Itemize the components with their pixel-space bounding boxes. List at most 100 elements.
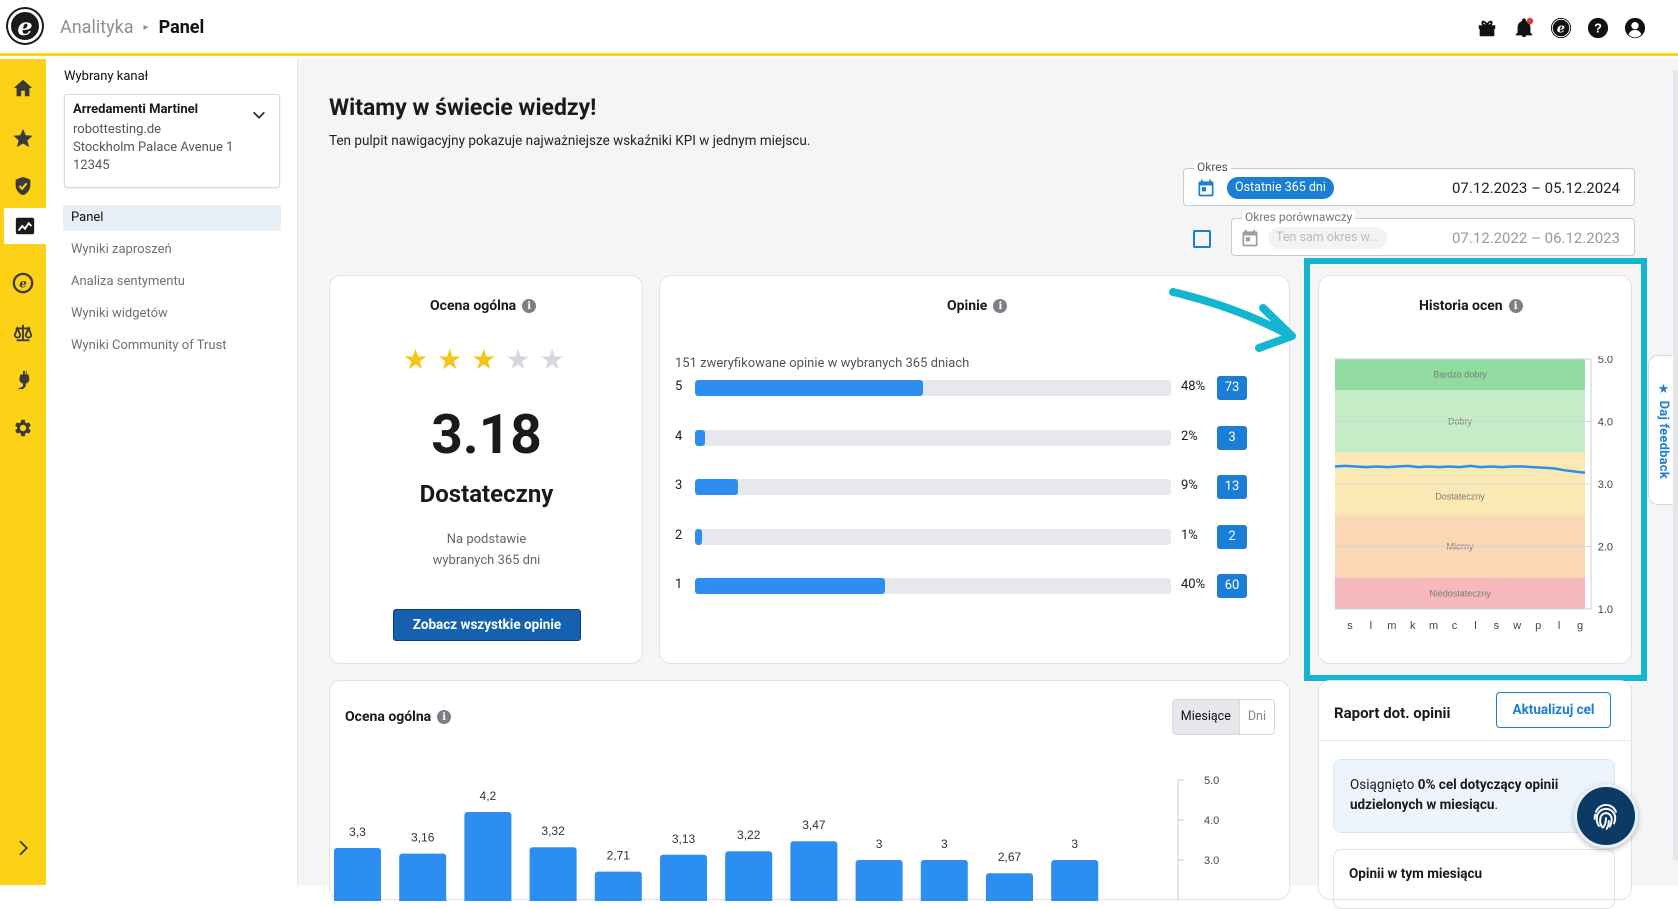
card-title: Opinie i xyxy=(947,298,1008,314)
rating-bar-fill xyxy=(695,429,705,446)
overall-score: 3.18 xyxy=(431,403,542,467)
rating-bar[interactable] xyxy=(399,853,447,901)
goal-status: Osiągnięto 0% cel dotyczący opinii udzie… xyxy=(1333,759,1615,833)
rating-bar[interactable] xyxy=(920,860,968,901)
rating-star-label: 5 xyxy=(675,379,683,394)
month-reviews-box: Opinii w tym miesiącu xyxy=(1333,849,1615,909)
bell-icon[interactable] xyxy=(1513,17,1535,39)
rating-row[interactable]: 3 9% 13 xyxy=(675,475,1250,499)
compare-period-selector[interactable]: Okres porównawczy Ten sam okres w... 07.… xyxy=(1231,210,1635,256)
rating-row[interactable]: 4 2% 3 xyxy=(675,425,1250,450)
breadcrumb-parent[interactable]: Analityka xyxy=(60,17,134,38)
shield-check-icon[interactable] xyxy=(0,168,46,204)
period-chip[interactable]: Ostatnie 365 dni xyxy=(1227,177,1334,199)
channel-selector[interactable]: Arredamenti Martinel robottesting.de Sto… xyxy=(64,94,280,188)
rating-row[interactable]: 5 48% 73 xyxy=(675,376,1250,400)
rating-bar[interactable] xyxy=(1051,860,1099,901)
chevron-right-icon[interactable] xyxy=(0,830,46,866)
rating-count-badge[interactable]: 3 xyxy=(1217,425,1247,450)
help-icon[interactable]: ? xyxy=(1587,17,1609,39)
rating-row[interactable]: 1 40% 60 xyxy=(675,574,1250,598)
report-title: Raport dot. opinii xyxy=(1334,704,1451,722)
annotation-arrow-icon xyxy=(1169,288,1296,352)
see-all-reviews-button[interactable]: Zobacz wszystkie opinie xyxy=(393,609,581,641)
sidebar-item-invitation-results[interactable]: Wyniki zaproszeń xyxy=(63,237,281,263)
page-title: Witamy w świecie wiedzy! xyxy=(329,94,597,121)
y-tick-label: 4.0 xyxy=(1204,815,1219,827)
month-reviews-title: Opinii w tym miesiącu xyxy=(1349,866,1483,882)
bar-data-label: 3 xyxy=(1071,837,1078,851)
rating-bar[interactable] xyxy=(660,854,707,901)
update-goal-button[interactable]: Aktualizuj cel xyxy=(1496,692,1611,728)
star-icon[interactable] xyxy=(0,120,46,156)
overall-title: Ocena ogólna xyxy=(430,298,517,314)
overall-basis: Na podstawie wybranych 365 dni xyxy=(330,529,643,571)
overall-grade: Dostateczny xyxy=(419,480,554,508)
rating-bar[interactable] xyxy=(529,847,577,901)
top-icons: e ? xyxy=(1476,17,1646,39)
channel-label: Wybrany kanał xyxy=(64,69,149,84)
rating-bar[interactable] xyxy=(790,841,838,901)
rating-count-badge[interactable]: 13 xyxy=(1217,475,1247,499)
fingerprint-button[interactable] xyxy=(1574,784,1638,848)
bar-data-label: 3 xyxy=(876,837,883,851)
scales-icon[interactable] xyxy=(0,315,46,351)
rating-bar[interactable] xyxy=(855,860,903,901)
breadcrumb-separator-icon: ▸ xyxy=(143,22,149,33)
period-selector[interactable]: Okres Ostatnie 365 dni 07.12.2023 – 05.1… xyxy=(1183,160,1635,206)
fingerprint-icon xyxy=(1593,803,1617,830)
channel-domain: robottesting.de xyxy=(73,122,162,137)
rating-bar-track xyxy=(695,479,1171,495)
sidebar-item-widget-results[interactable]: Wyniki widgetów xyxy=(63,301,281,327)
rating-row[interactable]: 2 1% 2 xyxy=(675,524,1250,549)
gift-icon[interactable] xyxy=(1476,17,1498,39)
star-empty-icon: ★ xyxy=(505,343,531,376)
bar-data-label: 2,71 xyxy=(607,849,631,863)
trusted-logo-icon[interactable]: e xyxy=(1550,17,1572,39)
toggle-days[interactable]: Dni xyxy=(1240,700,1274,734)
compare-period-range: 07.12.2022 – 06.12.2023 xyxy=(1452,229,1620,247)
compare-period-label: Okres porównawczy xyxy=(1242,210,1356,224)
rating-bar[interactable] xyxy=(464,812,512,901)
rating-bar-track xyxy=(695,528,1171,545)
trusted-badge-icon[interactable]: e xyxy=(0,265,46,301)
rating-bar[interactable] xyxy=(986,873,1033,901)
info-icon[interactable]: i xyxy=(522,299,537,313)
toggle-months[interactable]: Miesiące xyxy=(1172,700,1240,734)
rating-bar[interactable] xyxy=(725,851,773,901)
rating-count-badge[interactable]: 2 xyxy=(1217,524,1247,549)
trusted-logo-icon[interactable]: e xyxy=(8,9,42,43)
bar-data-label: 4,2 xyxy=(480,789,497,803)
analytics-icon[interactable] xyxy=(4,208,46,244)
rating-count-badge[interactable]: 60 xyxy=(1217,574,1247,598)
calendar-icon xyxy=(1242,229,1258,247)
compare-period-chip[interactable]: Ten sam okres w... xyxy=(1268,227,1388,249)
sidebar-item-community-of-trust[interactable]: Wyniki Community of Trust xyxy=(63,333,281,359)
rating-count-badge[interactable]: 73 xyxy=(1217,376,1247,400)
sidebar-item-panel[interactable]: Panel xyxy=(63,205,281,231)
home-icon[interactable] xyxy=(0,70,46,106)
rating-percent: 2% xyxy=(1181,428,1198,444)
monthly-title: Ocena ogólna xyxy=(345,709,432,725)
sidebar-item-sentiment-analysis[interactable]: Analiza sentymentu xyxy=(63,269,281,295)
bar-data-label: 2,67 xyxy=(998,850,1022,864)
rating-bar[interactable] xyxy=(594,871,642,901)
rating-bar[interactable] xyxy=(334,848,381,901)
scrollbar[interactable] xyxy=(1673,70,1678,860)
info-icon[interactable]: i xyxy=(993,299,1008,313)
star-filled-icon: ★ xyxy=(403,343,429,376)
rating-bar-fill xyxy=(695,380,924,396)
info-icon[interactable]: i xyxy=(437,710,452,724)
rating-star-label: 1 xyxy=(675,577,683,592)
channel-postcode: 12345 xyxy=(73,158,110,173)
settings-icon[interactable] xyxy=(0,410,46,446)
compare-period-checkbox[interactable] xyxy=(1193,230,1211,248)
top-bar: e Analityka ▸ Panel e ? xyxy=(0,0,1678,56)
rating-bar-track xyxy=(695,380,1171,396)
plug-icon[interactable] xyxy=(0,362,46,398)
chevron-down-icon[interactable] xyxy=(251,107,267,123)
card-title: Ocena ogólna i xyxy=(345,709,452,725)
account-icon[interactable] xyxy=(1624,17,1646,39)
rating-bar-track xyxy=(695,429,1171,446)
bar-data-label: 3,3 xyxy=(349,825,366,839)
